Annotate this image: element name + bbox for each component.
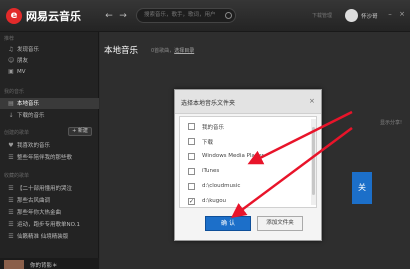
background-blue-button[interactable]: 关: [352, 172, 372, 204]
folder-label: Windows Media Player: [202, 153, 264, 159]
sidebar-item-label: 发现音乐: [17, 47, 40, 53]
download-icon: ↓: [8, 112, 14, 119]
playlist-icon: ☰: [8, 221, 14, 228]
folder-option[interactable]: 我的音乐: [180, 119, 310, 135]
now-playing-bar[interactable]: 你的背影＊: [0, 258, 99, 269]
search-icon[interactable]: [225, 12, 232, 19]
sidebar-item-label: 朋友: [17, 58, 29, 64]
folder-list: 我的音乐 下载 Windows Media Player iTunes d:\c…: [179, 116, 317, 208]
search-input[interactable]: 搜索音乐，歌手，歌词，用户: [136, 8, 236, 23]
add-folder-button[interactable]: 添加文件夹: [257, 216, 303, 231]
sidebar-item-label: 仙籁精准 仙境精装版: [17, 234, 69, 240]
sidebar-item-label: 那些古风曲调: [17, 198, 51, 204]
sidebar-item-label: 下载的音乐: [17, 113, 45, 119]
app-logo[interactable]: e 网易云音乐: [6, 7, 86, 25]
select-directory-link[interactable]: 选择目录: [174, 48, 194, 54]
select-folder-dialog: 选择本地音乐文件夹 × 我的音乐 下载 Windows Media Player…: [174, 89, 322, 241]
page-title: 本地音乐: [104, 46, 139, 56]
sidebar-item-playlist[interactable]: ☰ 那些古风曲调: [0, 195, 99, 206]
sidebar-item-label: 我喜欢的音乐: [17, 143, 51, 149]
sidebar-item-local-music[interactable]: ▤ 本地音乐: [0, 98, 99, 109]
close-window-icon[interactable]: ×: [398, 10, 406, 18]
sidebar-item-discover[interactable]: ♫ 发现音乐: [0, 44, 99, 55]
app-name: 网易云音乐: [26, 10, 81, 23]
dialog-header: 选择本地音乐文件夹 ×: [175, 90, 321, 114]
mv-icon: ▣: [8, 68, 14, 75]
music-note-icon: ♫: [8, 46, 14, 53]
sidebar-item-playlist[interactable]: ☰ 【二十部用懂用的哭泣: [0, 183, 99, 194]
sidebar-item-label: 整些年陪伴我的那些歌: [17, 155, 73, 161]
folder-label: 下载: [202, 140, 214, 146]
dialog-title: 选择本地音乐文件夹: [181, 100, 236, 107]
sidebar-item-friends[interactable]: ☺ 朋友: [0, 55, 99, 66]
playlist-icon: ☰: [8, 233, 14, 240]
back-arrow-icon[interactable]: ←: [104, 11, 114, 21]
sidebar: 推荐 ♫ 发现音乐 ☺ 朋友 ▣ MV 我的音乐 ▤ 本地音乐 ↓ 下载的音乐 创建的歌单…: [0, 32, 99, 269]
playlist-icon: ☰: [8, 154, 14, 161]
song-count: 0首歌曲，: [151, 48, 175, 54]
sidebar-item-label: 运动，跑步专用歌单NO.1: [17, 222, 80, 228]
sidebar-item-playlist[interactable]: ☰ 那些年你大热金曲: [0, 207, 99, 218]
page-subtitle: 0首歌曲，选择目录: [151, 47, 194, 54]
sidebar-item-label: 【二十部用懂用的哭泣: [17, 186, 73, 192]
close-icon[interactable]: ×: [309, 97, 315, 105]
hint-text: 显示分享!: [380, 120, 403, 126]
local-music-icon: ▤: [8, 100, 14, 107]
netease-logo-icon: e: [6, 8, 22, 24]
scroll-thumb[interactable]: [312, 127, 315, 195]
folder-label: iTunes: [202, 168, 220, 174]
sidebar-item-label: MV: [17, 69, 26, 75]
confirm-button[interactable]: 确 认: [205, 216, 251, 231]
checkbox[interactable]: [188, 168, 195, 175]
folder-label: 我的音乐: [202, 125, 225, 131]
sidebar-item-playlist[interactable]: ☰ 整些年陪伴我的那些歌: [0, 152, 99, 163]
section-title-collected-playlists: 收藏的歌单: [4, 173, 30, 179]
friends-icon: ☺: [8, 57, 15, 64]
sidebar-item-label: 本地音乐: [17, 101, 40, 107]
avatar[interactable]: [345, 9, 358, 22]
checkbox[interactable]: [188, 123, 195, 130]
forward-arrow-icon[interactable]: →: [118, 11, 128, 21]
new-playlist-button[interactable]: + 新建: [68, 127, 92, 136]
checkbox[interactable]: [188, 153, 195, 160]
minimize-icon[interactable]: –: [386, 10, 394, 18]
folder-option[interactable]: 下载: [180, 134, 310, 150]
username[interactable]: 怀沙哥: [361, 12, 378, 20]
album-cover: [4, 260, 24, 269]
sidebar-item-playlist[interactable]: ☰ 运动，跑步专用歌单NO.1: [0, 219, 99, 230]
section-title-my-music: 我的音乐: [4, 89, 25, 95]
folder-option[interactable]: d:\cloudmusic: [180, 179, 310, 195]
checkbox-checked[interactable]: ✓: [188, 198, 195, 205]
sidebar-item-playlist[interactable]: ☰ 仙籁精准 仙境精装版: [0, 231, 99, 242]
now-playing-title: 你的背影＊: [30, 263, 58, 269]
download-manager-link[interactable]: 下载管理: [312, 12, 332, 19]
checkbox[interactable]: [188, 183, 195, 190]
section-title-created-playlists: 创建的歌单: [4, 130, 30, 136]
sidebar-item-label: 那些年你大热金曲: [17, 210, 62, 216]
section-title-recommend: 推荐: [4, 36, 15, 42]
folder-label: d:\kugou: [202, 198, 227, 204]
top-bar: e 网易云音乐 ← → 搜索音乐，歌手，歌词，用户 下载管理 怀沙哥 – ×: [0, 0, 410, 32]
folder-label: d:\cloudmusic: [202, 183, 241, 189]
heart-icon: ♥: [8, 142, 14, 149]
playlist-icon: ☰: [8, 197, 14, 204]
folder-option[interactable]: iTunes: [180, 164, 310, 180]
folder-option[interactable]: Windows Media Player: [180, 149, 310, 165]
sidebar-item-downloads[interactable]: ↓ 下载的音乐: [0, 110, 99, 121]
sidebar-item-mv[interactable]: ▣ MV: [0, 66, 99, 77]
playlist-icon: ☰: [8, 185, 14, 192]
checkbox[interactable]: [188, 138, 195, 145]
scrollbar[interactable]: [311, 119, 316, 205]
folder-option[interactable]: ✓ d:\kugou: [180, 194, 310, 207]
playlist-icon: ☰: [8, 209, 14, 216]
sidebar-item-liked-music[interactable]: ♥ 我喜欢的音乐: [0, 140, 99, 151]
